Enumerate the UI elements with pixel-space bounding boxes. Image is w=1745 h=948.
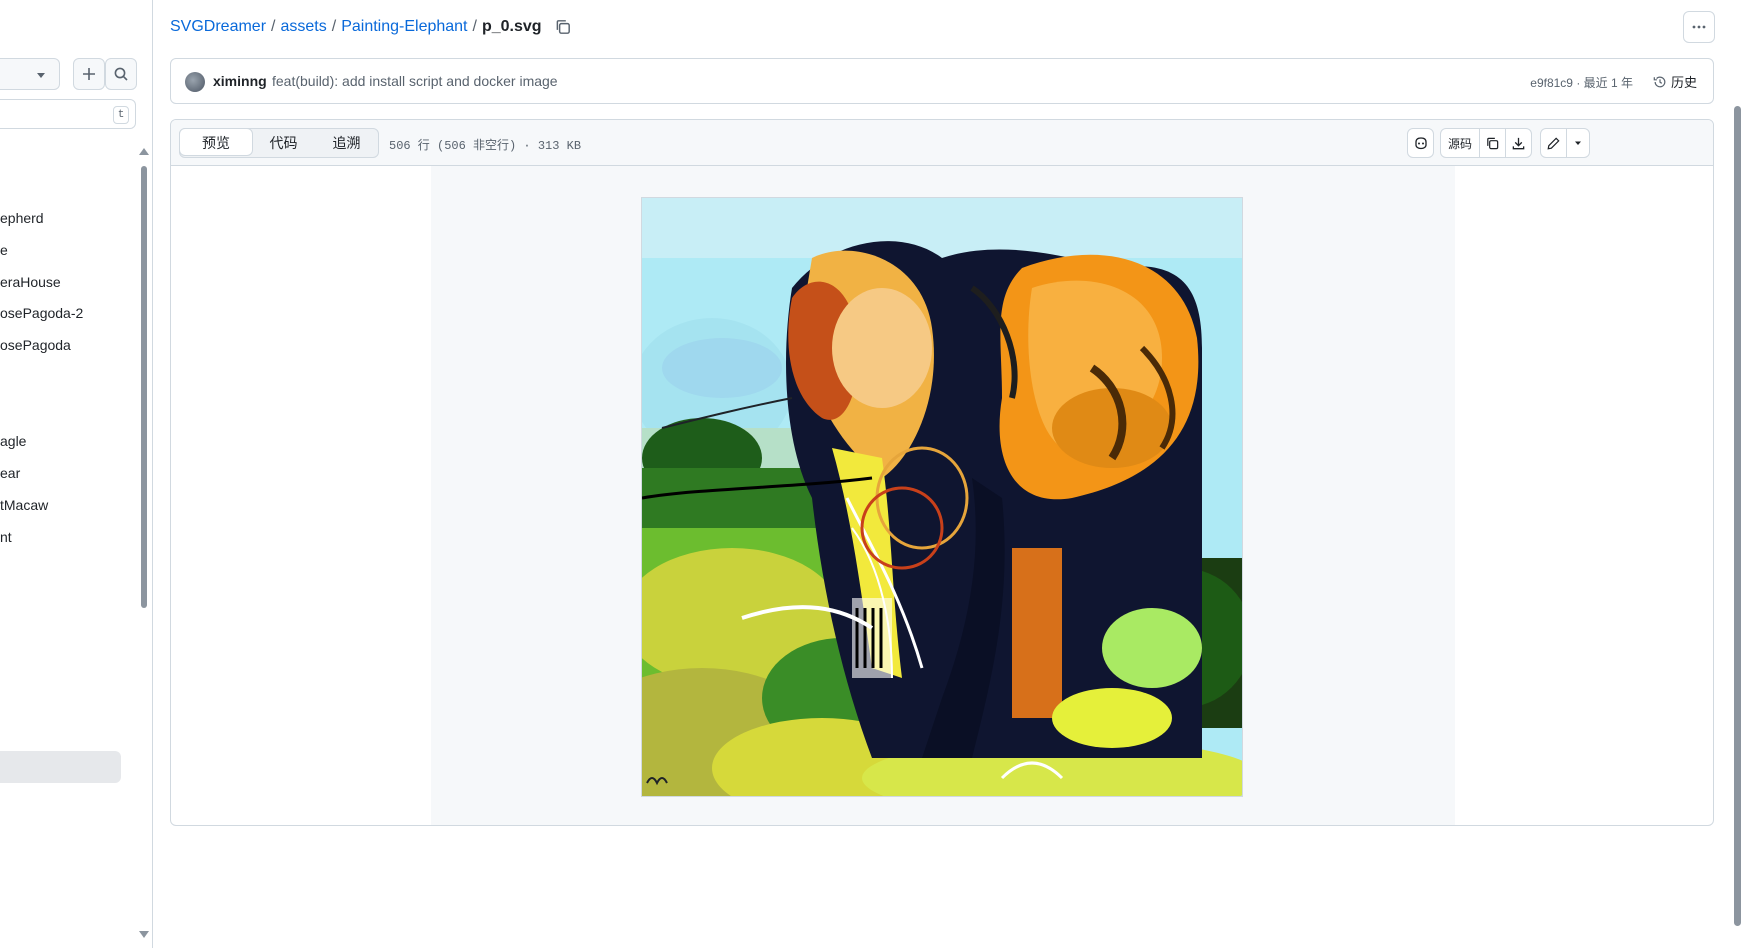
image-preview-area — [431, 166, 1455, 825]
triangle-down-icon — [1575, 141, 1581, 145]
copilot-icon — [1414, 137, 1427, 150]
tree-item[interactable]: osePagoda-2 — [0, 305, 83, 321]
go-to-file-input[interactable]: t — [0, 99, 136, 129]
elephant-painting-image — [642, 198, 1242, 796]
commit-message[interactable]: feat(build): add install script and dock… — [272, 73, 558, 89]
tree-item[interactable]: osePagoda — [0, 337, 71, 353]
download-button[interactable] — [1505, 128, 1532, 158]
latest-commit-bar: ximinng feat(build): add install script … — [170, 58, 1714, 104]
edit-dropdown-button[interactable] — [1566, 128, 1590, 158]
copy-icon — [556, 20, 570, 34]
add-file-button[interactable] — [73, 58, 105, 90]
commit-author[interactable]: ximinng — [213, 73, 267, 89]
tree-item[interactable]: agle — [0, 433, 26, 449]
breadcrumb-repo-link[interactable]: SVGDreamer — [170, 18, 266, 36]
more-options-button[interactable] — [1683, 11, 1715, 43]
file-viewer: 预览 代码 追溯 506 行 (506 非空行) · 313 KB 源码 — [170, 119, 1714, 826]
tree-item[interactable]: ear — [0, 465, 20, 481]
raw-button[interactable]: 源码 — [1440, 128, 1480, 158]
breadcrumb-folder-link[interactable]: Painting-Elephant — [341, 18, 467, 36]
commit-sha[interactable]: e9f81c9 — [1530, 76, 1573, 90]
tab-blame[interactable]: 追溯 — [315, 129, 378, 157]
tree-item-selected[interactable] — [0, 751, 121, 783]
commit-meta: e9f81c9 · 最近 1 年 — [1530, 74, 1633, 91]
search-files-button[interactable] — [105, 58, 137, 90]
edit-file-button[interactable] — [1540, 128, 1567, 158]
breadcrumb-separator: / — [472, 18, 477, 35]
pencil-icon — [1547, 136, 1560, 150]
avatar[interactable] — [185, 72, 205, 92]
tab-preview[interactable]: 预览 — [179, 128, 253, 156]
file-tree-sidebar: t epherd e eraHouse osePagoda-2 osePagod… — [0, 0, 153, 948]
plus-icon — [83, 68, 95, 80]
copy-icon — [1487, 137, 1499, 149]
tree-item[interactable]: eraHouse — [0, 274, 61, 290]
history-icon — [1653, 76, 1666, 87]
scrollbar-thumb[interactable] — [1734, 106, 1741, 926]
download-icon — [1512, 137, 1525, 149]
tree-item[interactable]: tMacaw — [0, 497, 48, 513]
tab-code[interactable]: 代码 — [252, 129, 315, 157]
tree-item[interactable]: epherd — [0, 210, 44, 226]
breadcrumb-separator: / — [331, 18, 337, 35]
search-icon — [114, 67, 128, 81]
history-label: 历史 — [1670, 75, 1697, 90]
history-button[interactable]: 历史 — [1653, 72, 1697, 91]
commit-time: · 最近 1 年 — [1576, 76, 1633, 90]
triangle-down-icon — [37, 73, 45, 78]
copilot-button[interactable] — [1407, 128, 1434, 158]
copy-path-button[interactable] — [554, 18, 572, 36]
svg-image-preview — [641, 197, 1243, 797]
breadcrumb-assets-link[interactable]: assets — [280, 18, 326, 36]
breadcrumb: SVGDreamer / assets / Painting-Elephant … — [170, 16, 572, 38]
breadcrumb-separator: / — [271, 18, 276, 35]
branch-selector[interactable] — [0, 58, 60, 90]
kebab-horizontal-icon — [1692, 25, 1706, 29]
viewer-toolbar: 预览 代码 追溯 506 行 (506 非空行) · 313 KB 源码 — [171, 120, 1713, 166]
view-mode-segmented-control: 预览 代码 追溯 — [179, 128, 379, 158]
keyboard-shortcut: t — [113, 106, 129, 124]
breadcrumb-current-file: p_0.svg — [481, 18, 542, 35]
copy-raw-button[interactable] — [1479, 128, 1506, 158]
file-tree-scrollbar[interactable] — [139, 148, 149, 938]
tree-item[interactable]: nt — [0, 529, 12, 545]
scroll-up-icon[interactable] — [139, 148, 149, 155]
scroll-down-icon[interactable] — [139, 931, 149, 938]
file-info: 506 行 (506 非空行) · 313 KB — [389, 139, 582, 153]
page-scrollbar[interactable] — [1730, 98, 1745, 948]
scrollbar-thumb[interactable] — [141, 166, 147, 608]
tree-item[interactable]: e — [0, 242, 8, 258]
